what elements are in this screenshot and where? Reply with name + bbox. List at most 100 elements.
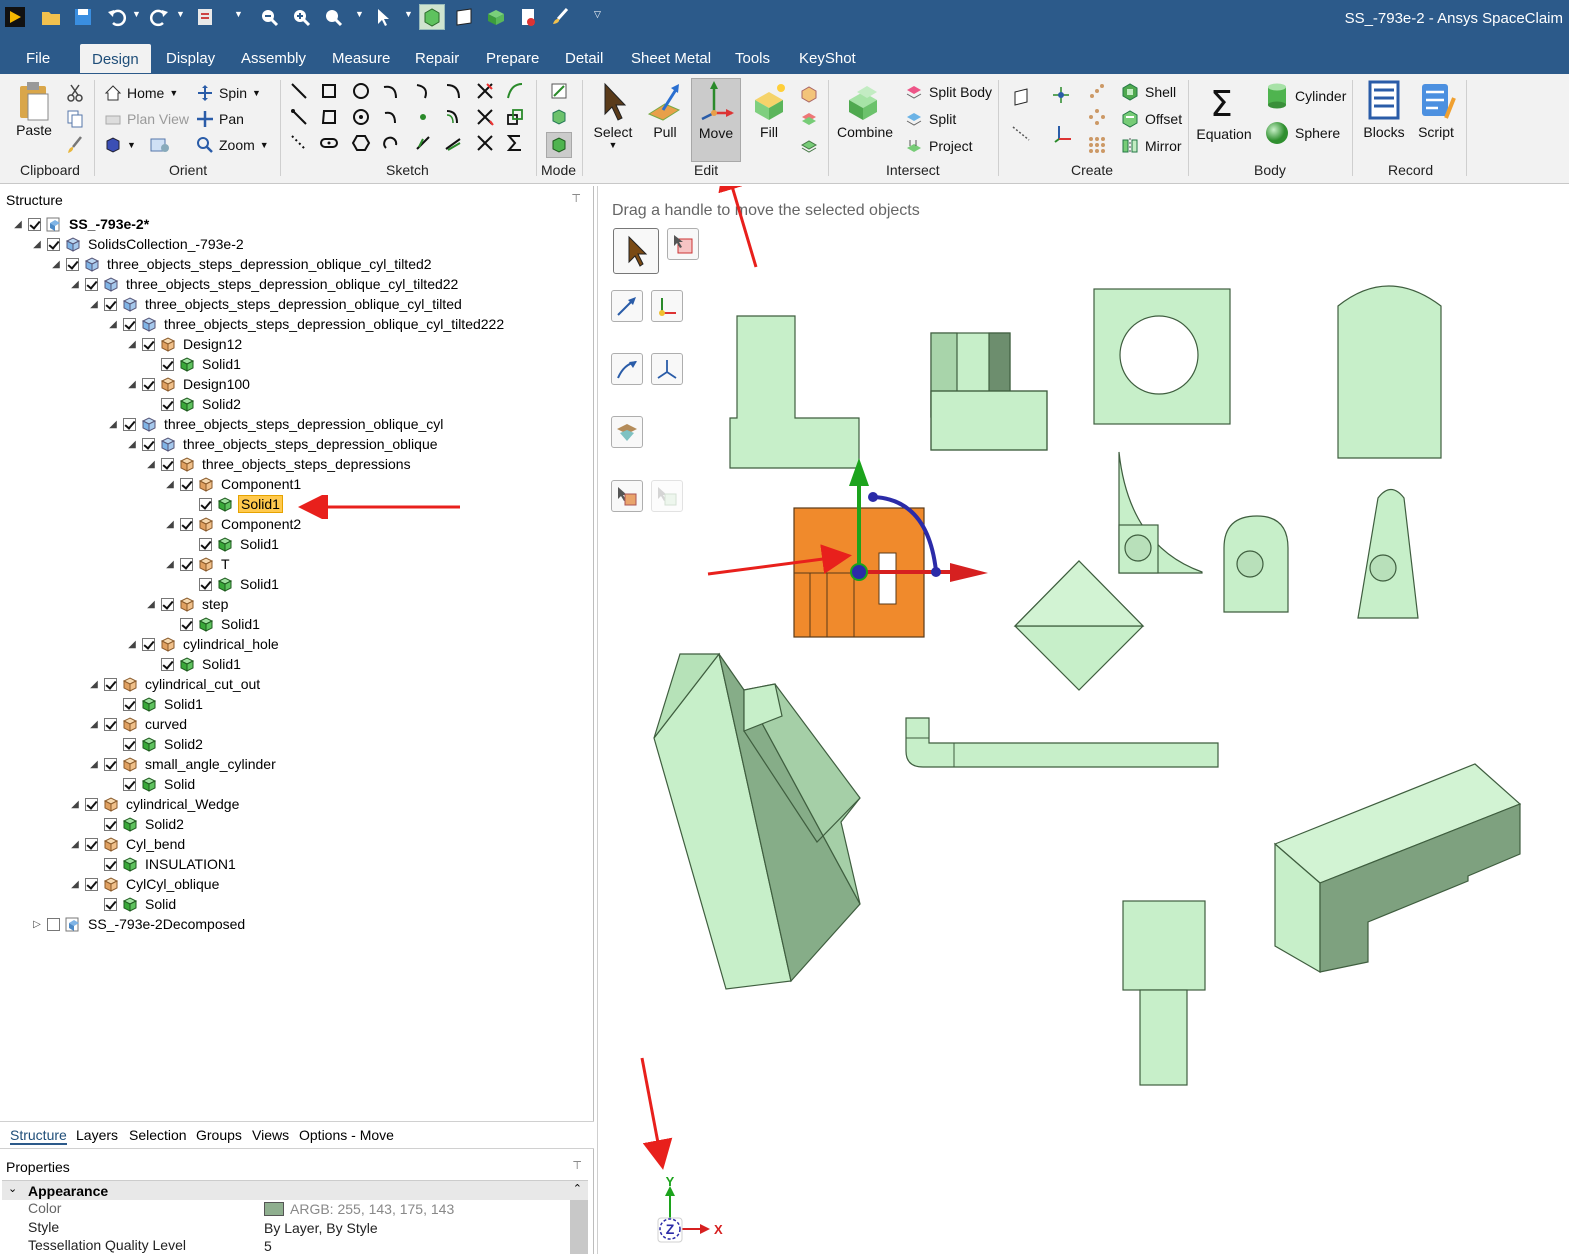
collapse-arrow-icon[interactable]: ◢: [69, 839, 81, 850]
tree-node-component[interactable]: ◢ Component1: [164, 474, 303, 494]
sketch-mode-icon[interactable]: [548, 80, 570, 102]
combine-button[interactable]: Combine: [836, 80, 894, 140]
collapse-arrow-icon[interactable]: ◢: [69, 799, 81, 810]
tab-keyshot[interactable]: KeyShot: [799, 50, 856, 67]
rectangle-tool-icon[interactable]: [318, 80, 340, 102]
visibility-checkbox[interactable]: [47, 917, 60, 931]
face-curve-icon[interactable]: [412, 132, 434, 154]
blend-icon[interactable]: [798, 82, 820, 104]
collapse-arrow-icon[interactable]: ◢: [126, 379, 138, 390]
arch-plate-solid[interactable]: [1337, 285, 1442, 459]
plane-icon[interactable]: [1008, 84, 1034, 110]
construction-line-icon[interactable]: [288, 106, 310, 128]
collapse-arrow-icon[interactable]: ◢: [88, 759, 100, 770]
tree-node-solid[interactable]: Solid1: [145, 354, 243, 374]
view-dropdown-icon[interactable]: ▼: [234, 9, 243, 19]
tree-node-component[interactable]: ◢ Design12: [126, 334, 244, 354]
tab-repair[interactable]: Repair: [415, 50, 459, 67]
pull-button[interactable]: Pull: [642, 80, 688, 140]
visibility-checkbox[interactable]: [142, 337, 155, 351]
collapse-arrow-icon[interactable]: ◢: [145, 459, 157, 470]
trim-tool-icon[interactable]: [474, 80, 496, 102]
visibility-checkbox[interactable]: [199, 577, 212, 591]
three-point-arc-icon[interactable]: [380, 106, 402, 128]
tab-views[interactable]: Views: [252, 1127, 289, 1143]
slot-tool-icon[interactable]: [318, 132, 340, 154]
arc-tool-icon[interactable]: [380, 80, 402, 102]
3d-mode-icon[interactable]: [546, 132, 572, 158]
bent-pipe-solid[interactable]: [905, 717, 1219, 768]
cylinder-button[interactable]: Cylinder: [1264, 82, 1346, 110]
collapse-arrow-icon[interactable]: ◢: [145, 599, 157, 610]
tab-measure[interactable]: Measure: [332, 50, 390, 67]
tree-node-assembly[interactable]: ◢ three_objects_steps_depression_oblique_…: [107, 414, 445, 434]
section-mode-icon[interactable]: [548, 106, 570, 128]
tree-node-component[interactable]: ◢ three_objects_steps_depressions: [145, 454, 413, 474]
pin-icon[interactable]: ⊤: [572, 1159, 582, 1172]
visibility-checkbox[interactable]: [104, 677, 117, 691]
collapse-arrow-icon[interactable]: ◢: [164, 479, 176, 490]
diamond-solid[interactable]: [1013, 560, 1145, 691]
extend-curve-icon[interactable]: [474, 132, 496, 154]
pan-button[interactable]: Pan: [196, 110, 244, 128]
shell-button[interactable]: Shell: [1120, 82, 1176, 102]
origin-icon[interactable]: [1050, 84, 1072, 106]
tree-node-assembly[interactable]: ◢ three_objects_steps_depression_oblique: [126, 434, 440, 454]
collapse-arrow-icon[interactable]: ◢: [164, 519, 176, 530]
visibility-checkbox[interactable]: [123, 737, 136, 751]
visibility-checkbox[interactable]: [142, 377, 155, 391]
3d-viewport[interactable]: Drag a handle to move the selected objec…: [597, 186, 1569, 1254]
collapse-arrow-icon[interactable]: ◢: [50, 259, 62, 270]
collapse-arrow-icon[interactable]: ◢: [107, 419, 119, 430]
visibility-checkbox[interactable]: [180, 477, 193, 491]
visibility-checkbox[interactable]: [180, 517, 193, 531]
visibility-checkbox[interactable]: [142, 437, 155, 451]
tree-node-component[interactable]: ◢ small_angle_cylinder: [88, 754, 278, 774]
property-row-style[interactable]: Style By Layer, By Style: [28, 1219, 568, 1237]
tweak-face-icon[interactable]: [798, 108, 820, 130]
visibility-checkbox[interactable]: [104, 297, 117, 311]
tree-node-solid[interactable]: Solid2: [107, 734, 205, 754]
select-button[interactable]: Select ▼: [590, 80, 636, 150]
polygon-hex-icon[interactable]: [350, 132, 372, 154]
visibility-checkbox[interactable]: [47, 237, 60, 251]
zoom-dropdown-icon[interactable]: ▼: [355, 9, 364, 19]
sphere-button[interactable]: Sphere: [1264, 120, 1340, 146]
appearance-section-header[interactable]: ⌄ Appearance ⌃: [2, 1180, 588, 1200]
tab-design[interactable]: Design: [80, 44, 151, 73]
visibility-checkbox[interactable]: [85, 797, 98, 811]
project-button[interactable]: Project: [904, 136, 973, 156]
tree-node-component[interactable]: ◢ cylindrical_hole: [126, 634, 281, 654]
home-button[interactable]: Home ▼: [104, 84, 178, 102]
axis-icon[interactable]: [1008, 120, 1034, 146]
visibility-checkbox[interactable]: [199, 497, 212, 511]
mirror-button[interactable]: Mirror: [1120, 136, 1182, 156]
collapse-arrow-icon[interactable]: ◢: [88, 719, 100, 730]
stacked-cylinders-solid[interactable]: [1122, 900, 1206, 1086]
zoom-button[interactable]: Zoom ▼: [196, 136, 269, 154]
zoom-extents-icon[interactable]: [320, 4, 346, 30]
visibility-checkbox[interactable]: [66, 257, 79, 271]
grid-pattern-icon[interactable]: [1086, 134, 1108, 156]
visibility-checkbox[interactable]: [180, 617, 193, 631]
properties-scrollbar[interactable]: [570, 1200, 588, 1254]
collapse-arrow-icon[interactable]: ◢: [126, 439, 138, 450]
tab-structure[interactable]: Structure: [10, 1127, 67, 1145]
tab-selection[interactable]: Selection: [129, 1127, 187, 1143]
collapse-chevron-icon[interactable]: ⌄: [8, 1182, 17, 1195]
bend-tool-icon[interactable]: [442, 132, 464, 154]
cut-icon[interactable]: [64, 82, 86, 104]
expand-arrow-icon[interactable]: ▷: [31, 919, 43, 930]
tapered-tab-solid[interactable]: [1357, 488, 1419, 619]
point-pattern-icon[interactable]: [1086, 80, 1108, 102]
tree-node-solid[interactable]: Solid1: [107, 694, 205, 714]
visibility-checkbox[interactable]: [85, 277, 98, 291]
visibility-checkbox[interactable]: [104, 817, 117, 831]
collapse-arrow-icon[interactable]: ◢: [88, 679, 100, 690]
tree-node-assembly[interactable]: ◢ three_objects_steps_depression_oblique_…: [88, 294, 464, 314]
tab-assembly[interactable]: Assembly: [241, 50, 306, 67]
spline-tool-icon[interactable]: [504, 80, 526, 102]
move-button[interactable]: Move: [691, 78, 741, 162]
visibility-checkbox[interactable]: [161, 657, 174, 671]
equation-curve-icon[interactable]: [504, 132, 526, 154]
